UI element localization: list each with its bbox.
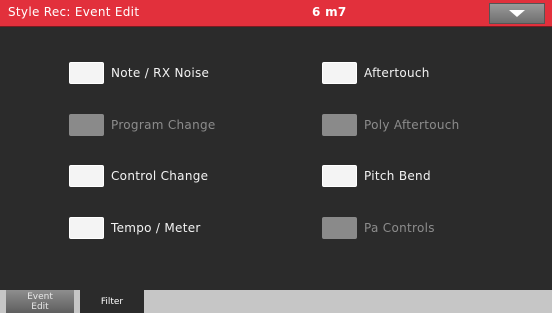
- checkbox[interactable]: [69, 165, 104, 187]
- tempo-readout: 6 m7: [312, 5, 347, 19]
- filter-label: Control Change: [111, 169, 209, 183]
- checkbox[interactable]: [322, 217, 357, 239]
- tab-label: Filter: [100, 297, 124, 307]
- filter-label: Tempo / Meter: [111, 221, 201, 235]
- page-title: Style Rec: Event Edit: [8, 5, 140, 19]
- checkbox[interactable]: [322, 114, 357, 136]
- tab-label-line1: Event: [27, 292, 53, 302]
- filter-label: Program Change: [111, 118, 216, 132]
- checkbox[interactable]: [322, 62, 357, 84]
- tab-label-line2: Edit: [31, 302, 49, 312]
- event-filter-screen: Style Rec: Event Edit 6 m7 Note / RX Noi…: [0, 0, 552, 313]
- tab-event-edit[interactable]: Event Edit: [6, 290, 74, 313]
- tab-bar: Event Edit Filter: [0, 290, 552, 313]
- checkbox[interactable]: [69, 114, 104, 136]
- filter-label: Poly Aftertouch: [364, 118, 460, 132]
- checkbox[interactable]: [69, 62, 104, 84]
- filter-label: Pitch Bend: [364, 169, 431, 183]
- tab-filter[interactable]: Filter: [80, 290, 144, 313]
- triangle-down-icon: [509, 10, 525, 17]
- checkbox[interactable]: [322, 165, 357, 187]
- checkbox[interactable]: [69, 217, 104, 239]
- title-bar: Style Rec: Event Edit 6 m7: [0, 0, 552, 27]
- filter-label: Aftertouch: [364, 66, 430, 80]
- page-menu-button[interactable]: [489, 3, 545, 24]
- filter-label: Pa Controls: [364, 221, 435, 235]
- filter-label: Note / RX Noise: [111, 66, 210, 80]
